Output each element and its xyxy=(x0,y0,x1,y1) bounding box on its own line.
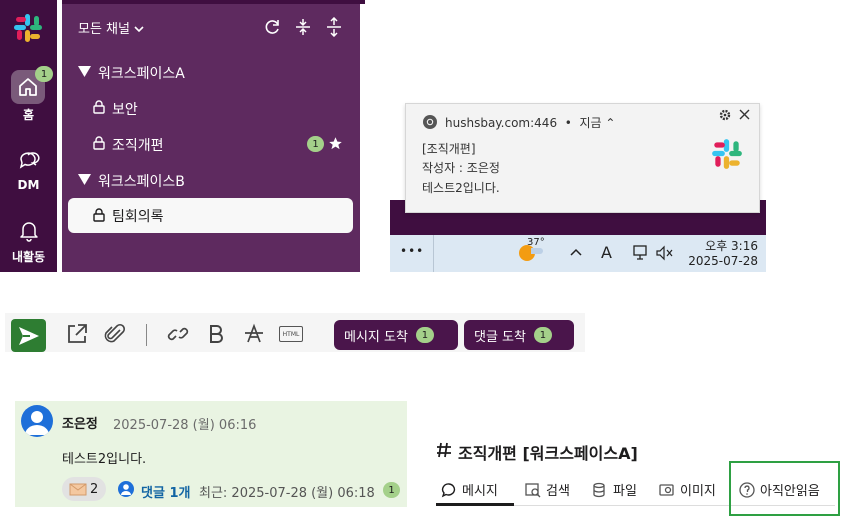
tab-messages[interactable]: 메시지 xyxy=(441,480,498,499)
unread-badge: 1 xyxy=(307,136,324,152)
image-icon xyxy=(659,483,674,496)
clock-date: 2025-07-28 xyxy=(688,254,758,268)
message-timestamp: 2025-07-28 (월) 06:16 xyxy=(113,418,257,433)
slack-logo-icon xyxy=(712,139,742,169)
reply-arrival-button[interactable]: 댓글 도착 1 xyxy=(464,320,574,350)
reply-count-link[interactable]: 댓글 1개 xyxy=(141,482,190,501)
user-icon xyxy=(25,411,49,435)
notification-line-text: 테스트2입니다. xyxy=(422,181,500,195)
bold-icon[interactable] xyxy=(204,322,228,346)
expand-all-icon[interactable] xyxy=(324,17,344,37)
notification-line-channel: [조직개편] xyxy=(422,142,476,156)
slack-logo-icon xyxy=(14,14,42,42)
chevron-up-icon[interactable]: ⌃ xyxy=(605,116,615,130)
home-badge: 1 xyxy=(35,66,53,82)
network-icon[interactable] xyxy=(632,244,650,262)
dm-icon[interactable] xyxy=(18,150,40,170)
message-arrival-button[interactable]: 메시지 도착 1 xyxy=(334,320,458,350)
channel-security[interactable]: 보안 xyxy=(112,99,138,119)
lock-icon xyxy=(93,208,105,222)
refresh-icon[interactable] xyxy=(262,17,282,37)
collapse-all-icon[interactable] xyxy=(293,17,313,37)
message-arrival-label: 메시지 도착 xyxy=(344,329,408,345)
message-text: 테스트2입니다. xyxy=(62,452,147,467)
send-icon xyxy=(18,326,39,345)
chevron-up-icon[interactable] xyxy=(570,248,582,256)
tab-search-label: 검색 xyxy=(546,484,570,499)
home-icon xyxy=(19,78,37,96)
ime-indicator[interactable]: A xyxy=(601,243,612,262)
avatar[interactable] xyxy=(21,405,53,437)
all-channels-dropdown[interactable]: 모든 채널 xyxy=(78,18,144,37)
gear-icon[interactable] xyxy=(719,109,731,121)
reply-arrival-count: 1 xyxy=(533,327,552,343)
notification-header: hushsbay.com:446 • 지금 ⌃ xyxy=(445,114,615,131)
sidebar-top-border xyxy=(62,0,365,4)
message-bubble-icon xyxy=(441,482,456,497)
chrome-icon xyxy=(423,115,437,129)
paperclip-icon[interactable] xyxy=(103,322,127,346)
overflow-menu-button[interactable]: ••• xyxy=(400,244,424,258)
notification-line-author: 작성자 : 조은정 xyxy=(422,161,500,175)
dot-separator: • xyxy=(560,116,576,130)
star-icon[interactable] xyxy=(328,136,343,151)
home-label[interactable]: 홈 xyxy=(0,106,57,123)
channel-reorg[interactable]: 조직개편 xyxy=(112,135,164,155)
triangle-down-icon[interactable] xyxy=(78,66,91,77)
tab-images-label: 이미지 xyxy=(680,484,716,499)
latest-reply-time: 최근: 2025-07-28 (월) 06:18 xyxy=(199,486,375,501)
channel-team-meeting[interactable]: 팀회의록 xyxy=(112,206,164,226)
send-button[interactable] xyxy=(11,319,46,352)
reply-arrival-label: 댓글 도착 xyxy=(474,329,526,345)
envelope-icon xyxy=(69,483,87,496)
reply-unread-badge: 1 xyxy=(383,482,400,498)
workspace-b[interactable]: 워크스페이스B xyxy=(98,171,185,191)
lock-icon xyxy=(93,136,105,150)
active-tab-indicator xyxy=(436,503,514,506)
search-window-icon xyxy=(525,482,541,497)
workspace-a[interactable]: 워크스페이스A xyxy=(98,63,185,83)
unread-tab-highlight xyxy=(729,461,840,516)
channel-team-meeting-item[interactable] xyxy=(68,198,353,233)
link-icon[interactable] xyxy=(166,322,190,346)
dm-label[interactable]: DM xyxy=(0,178,57,192)
channel-title: 조직개편 [워크스페이스A] xyxy=(458,444,638,463)
toolbar-divider xyxy=(146,324,147,346)
bell-icon[interactable] xyxy=(19,220,39,242)
hash-icon xyxy=(437,442,451,458)
weather-temp: 37° xyxy=(527,237,545,248)
tab-files[interactable]: 파일 xyxy=(592,480,637,499)
clock-time: 오후 3:16 xyxy=(705,239,758,253)
reaction-count: 2 xyxy=(90,482,99,497)
chevron-down-icon xyxy=(134,26,144,33)
lock-icon xyxy=(93,100,105,114)
activity-label[interactable]: 내활동 xyxy=(0,248,57,265)
volume-muted-icon[interactable] xyxy=(655,245,673,261)
tab-messages-label: 메시지 xyxy=(462,484,498,499)
tab-images[interactable]: 이미지 xyxy=(659,480,716,499)
message-arrival-count: 1 xyxy=(415,327,434,343)
triangle-down-icon[interactable] xyxy=(78,174,91,185)
notification-source: hushsbay.com:446 xyxy=(445,116,558,130)
tab-search[interactable]: 검색 xyxy=(525,480,570,499)
close-icon[interactable] xyxy=(739,109,750,120)
tab-files-label: 파일 xyxy=(613,484,637,499)
message-author[interactable]: 조은정 xyxy=(62,413,98,432)
all-channels-label: 모든 채널 xyxy=(78,22,130,37)
html-icon[interactable]: HTML xyxy=(279,326,303,342)
notification-time: 지금 xyxy=(579,116,602,130)
external-link-icon[interactable] xyxy=(65,322,89,346)
database-icon xyxy=(593,482,605,497)
strikethrough-icon[interactable] xyxy=(242,322,266,346)
taskbar-divider xyxy=(433,235,434,272)
user-circle-icon xyxy=(118,481,134,497)
